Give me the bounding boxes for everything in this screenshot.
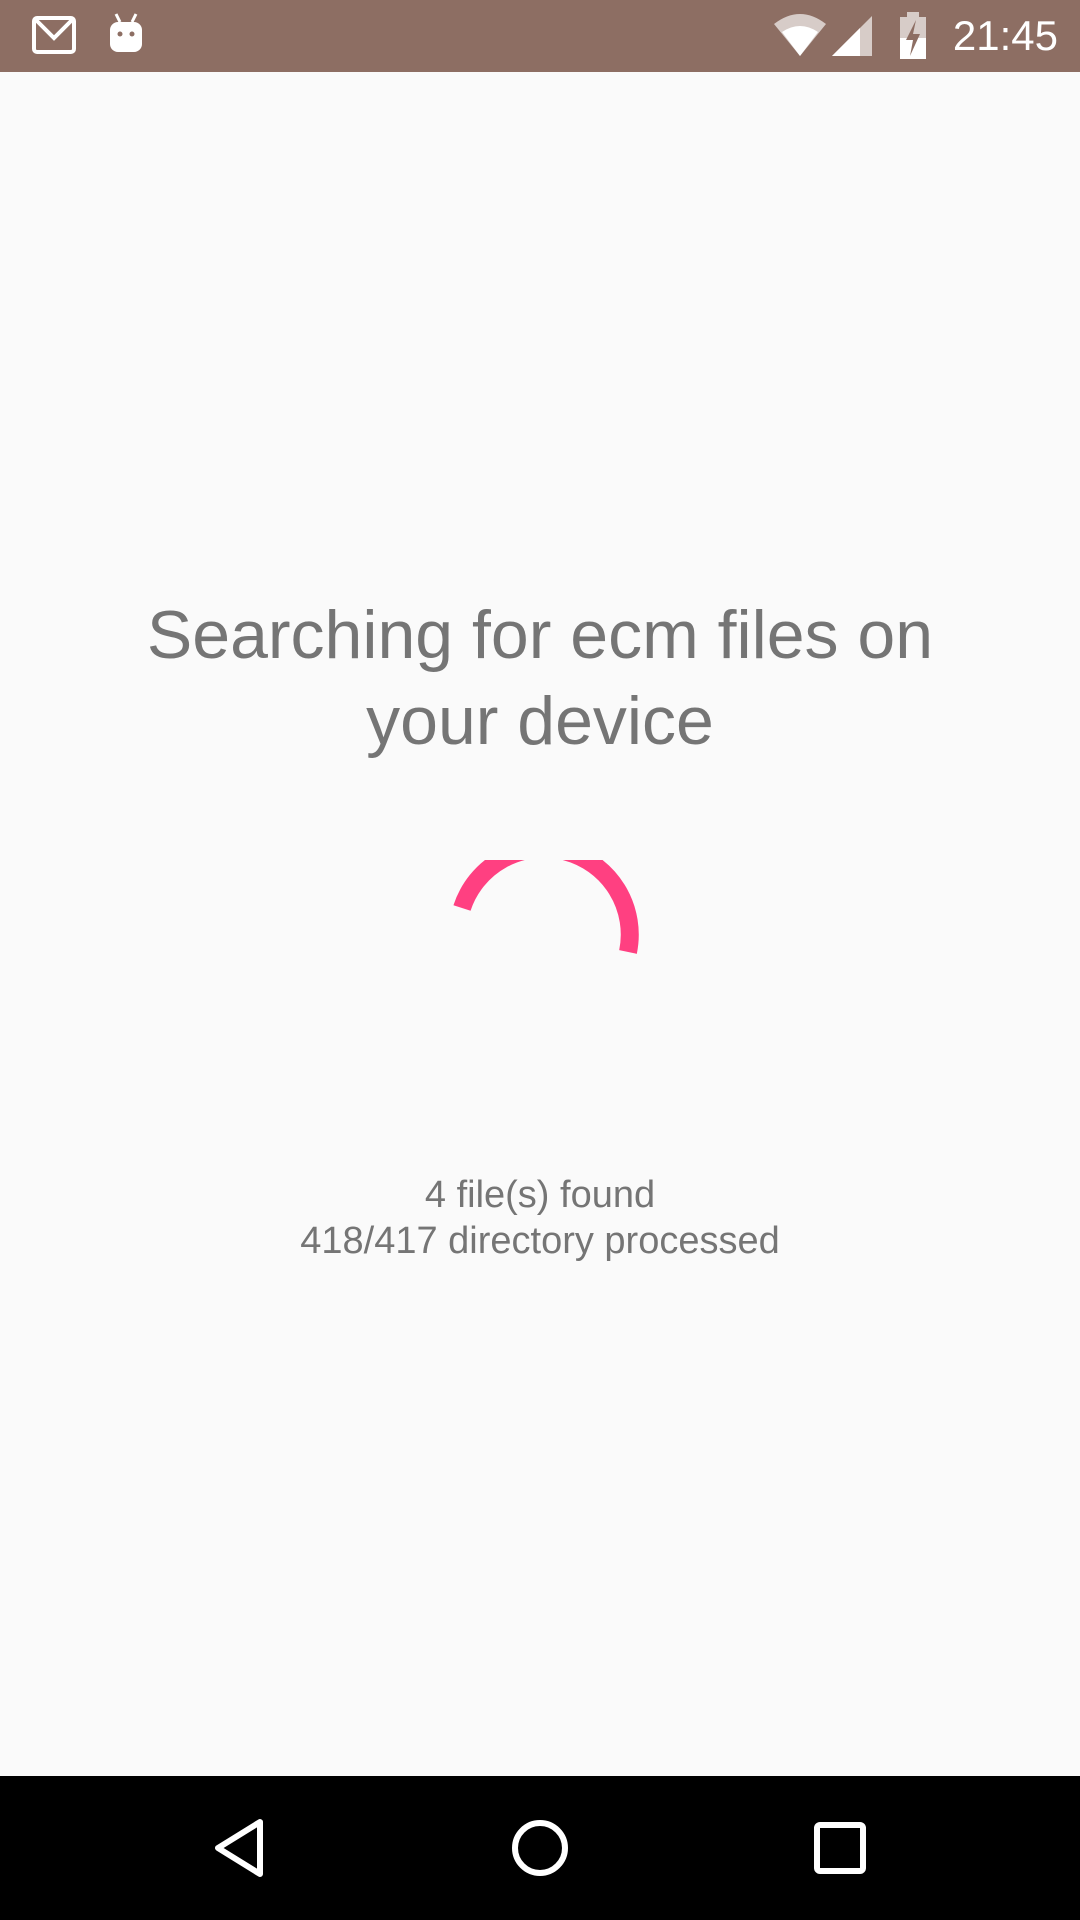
spinner-arc	[453, 860, 639, 954]
files-found-text: 4 file(s) found	[424, 1174, 656, 1216]
android-icon	[110, 13, 142, 52]
loading-spinner	[453, 860, 639, 954]
battery-charging-icon	[900, 12, 926, 59]
recents-icon	[814, 1822, 866, 1874]
directories-processed-text: 418/417 directory processed	[300, 1220, 780, 1262]
wifi-icon	[774, 14, 826, 56]
gmail-icon	[32, 16, 76, 54]
back-button[interactable]	[200, 1808, 280, 1888]
back-icon	[215, 1819, 263, 1877]
status-bar: 21:45	[0, 0, 1080, 72]
recents-button[interactable]	[800, 1808, 880, 1888]
home-icon	[512, 1820, 568, 1876]
progress-info: 4 file(s) found 418/417 directory proces…	[140, 1172, 940, 1264]
status-time: 21:45	[952, 12, 1058, 59]
home-button[interactable]	[500, 1808, 580, 1888]
signal-icon	[832, 16, 872, 56]
page-title: Searching for ecm files on your device	[146, 597, 934, 759]
main-content: Searching for ecm files on your device 4…	[0, 72, 1080, 1776]
screen: 21:45 Searching for ecm files on your de…	[0, 0, 1080, 1920]
navigation-bar	[0, 1776, 1080, 1920]
